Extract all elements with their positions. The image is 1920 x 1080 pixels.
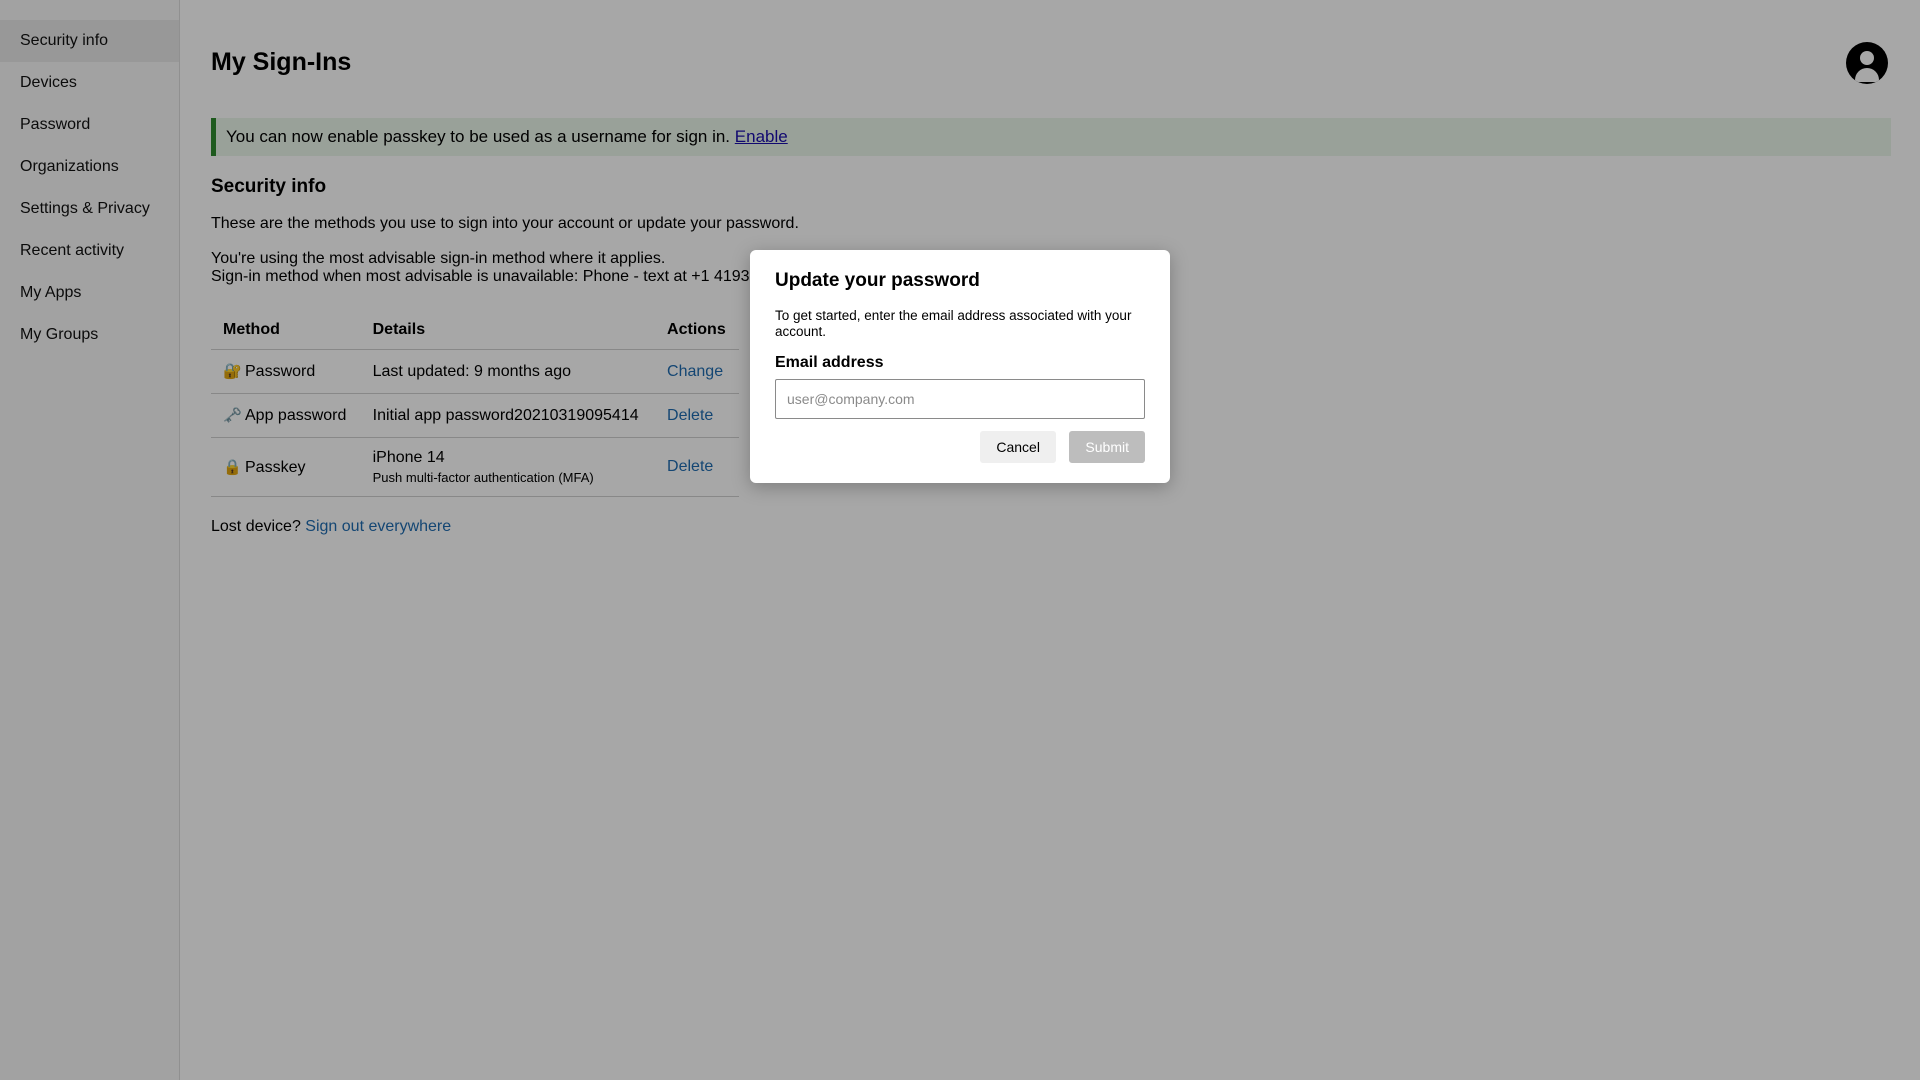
email-field-label: Email address xyxy=(775,354,884,371)
modal-overlay[interactable] xyxy=(0,0,1920,1080)
dialog-description: To get started, enter the email address … xyxy=(775,308,1132,339)
cancel-button[interactable]: Cancel xyxy=(980,431,1056,463)
dialog-title: Update your password xyxy=(775,270,980,291)
dialog-buttons: Cancel Submit xyxy=(980,431,1145,463)
update-password-dialog: Update your password To get started, ent… xyxy=(750,250,1170,483)
submit-button[interactable]: Submit xyxy=(1069,431,1145,463)
email-input[interactable] xyxy=(775,379,1145,419)
